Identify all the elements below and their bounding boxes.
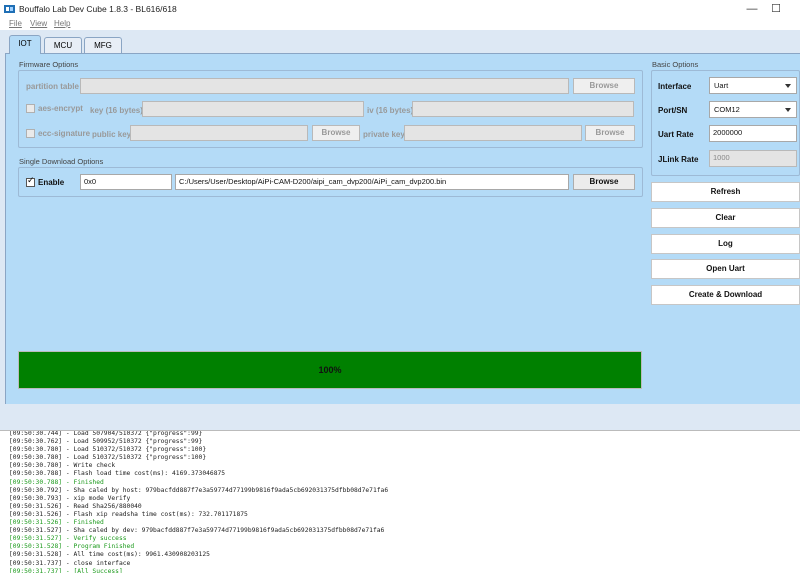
- port-select-value: COM12: [714, 105, 740, 114]
- partition-browse-button[interactable]: Browse: [573, 78, 635, 94]
- chevron-down-icon: [785, 84, 791, 88]
- port-select[interactable]: COM12: [709, 101, 797, 118]
- ecc-signature-label: ecc-signature: [38, 129, 91, 138]
- uart-rate-input[interactable]: 2000000: [709, 125, 797, 142]
- private-key-browse-button[interactable]: Browse: [585, 125, 635, 141]
- port-label: Port/SN: [658, 106, 688, 115]
- interface-select[interactable]: Uart: [709, 77, 797, 94]
- log-line: [09:50:30.793] - xip mode Verify: [9, 494, 131, 502]
- basic-options-title: Basic Options: [652, 60, 699, 69]
- menu-bar: File View Help: [0, 18, 800, 30]
- partition-table-input[interactable]: [80, 78, 569, 94]
- window-title: Bouffalo Lab Dev Cube 1.8.3 - BL616/618: [19, 4, 177, 14]
- menu-file[interactable]: File: [9, 19, 22, 28]
- refresh-button[interactable]: Refresh: [651, 182, 800, 202]
- clear-button[interactable]: Clear: [651, 208, 800, 228]
- uart-rate-label: Uart Rate: [658, 130, 694, 139]
- aes-encrypt-label: aes-encrypt: [38, 104, 83, 113]
- address-input[interactable]: 0x0: [80, 174, 172, 190]
- menu-help[interactable]: Help: [54, 19, 70, 28]
- log-line: [09:50:30.780] - Load 510372/510372 {"pr…: [9, 454, 207, 462]
- open-uart-button[interactable]: Open Uart: [651, 259, 800, 279]
- log-line: [09:50:31.527] - Verify success: [9, 535, 127, 543]
- tab-mcu[interactable]: MCU: [44, 37, 82, 54]
- iv-input[interactable]: [412, 101, 634, 117]
- aes-encrypt-checkbox[interactable]: [26, 104, 35, 113]
- partition-table-label: partition table: [26, 82, 79, 91]
- log-line: [09:50:30.780] - Write check: [9, 462, 116, 470]
- ecc-signature-checkbox[interactable]: [26, 129, 35, 138]
- log-line: [09:50:31.528] - All time cost(ms): 9961…: [9, 551, 210, 559]
- public-key-label: public key: [92, 130, 132, 139]
- log-line: [09:50:31.526] - Flash xip readsha time …: [9, 510, 248, 518]
- jlink-rate-input[interactable]: 1000: [709, 150, 797, 167]
- tab-mfg[interactable]: MFG: [84, 37, 122, 54]
- firmware-options-title: Firmware Options: [19, 60, 79, 69]
- create-download-button[interactable]: Create & Download: [651, 285, 800, 305]
- image-browse-button[interactable]: Browse: [573, 174, 635, 190]
- iv-label: iv (16 bytes): [367, 106, 414, 115]
- progress-label: 100%: [318, 365, 342, 375]
- menu-view[interactable]: View: [30, 19, 47, 28]
- log-line: [09:50:30.744] - Load 507904/510372 {"pr…: [9, 430, 203, 437]
- app-logo-icon: [4, 5, 15, 13]
- log-line: [09:50:31.526] - Finished: [9, 519, 104, 527]
- interface-label: Interface: [658, 82, 692, 91]
- title-bar: Bouffalo Lab Dev Cube 1.8.3 - BL616/618 …: [0, 0, 800, 18]
- log-line: [09:50:30.792] - Sha caled by host: 979b…: [9, 486, 389, 494]
- log-line: [09:50:31.737] - [All Success]: [9, 567, 123, 573]
- log-line: [09:50:30.780] - Load 510372/510372 {"pr…: [9, 446, 207, 454]
- maximize-button[interactable]: ☐: [767, 2, 785, 16]
- log-line: [09:50:30.762] - Load 509952/510372 {"pr…: [9, 438, 203, 446]
- log-lines: [09:50:30.744] - Load 507904/510372 {"pr…: [9, 430, 389, 573]
- interface-select-value: Uart: [714, 81, 729, 90]
- chevron-down-icon: [785, 108, 791, 112]
- key-label: key (16 bytes): [90, 106, 143, 115]
- enable-checkbox[interactable]: [26, 176, 35, 187]
- single-download-title: Single Download Options: [19, 157, 104, 166]
- tab-iot[interactable]: IOT: [9, 35, 41, 54]
- minimize-button[interactable]: —: [743, 2, 761, 16]
- progress-bar: 100%: [18, 351, 642, 389]
- private-key-input[interactable]: [404, 125, 582, 141]
- log-line: [09:50:30.788] - Flash load time cost(ms…: [9, 470, 226, 478]
- enable-label: Enable: [38, 178, 65, 187]
- log-line: [09:50:31.737] - close interface: [9, 559, 131, 567]
- jlink-rate-label: JLink Rate: [658, 155, 699, 164]
- public-key-browse-button[interactable]: Browse: [312, 125, 360, 141]
- log-line: [09:50:31.527] - Sha caled by dev: 979ba…: [9, 527, 385, 535]
- log-output[interactable]: [09:50:30.744] - Load 507904/510372 {"pr…: [0, 430, 800, 573]
- image-path-input[interactable]: C:/Users/User/Desktop/AiPi-CAM-D200/aipi…: [175, 174, 569, 190]
- log-line: [09:50:31.528] - Program Finished: [9, 543, 135, 551]
- panel-divider[interactable]: [0, 404, 800, 430]
- key-input[interactable]: [142, 101, 364, 117]
- log-line: [09:50:31.526] - Read Sha256/880040: [9, 502, 142, 510]
- public-key-input[interactable]: [130, 125, 308, 141]
- log-button[interactable]: Log: [651, 234, 800, 254]
- private-key-label: private key: [363, 130, 405, 139]
- log-line: [09:50:30.788] - Finished: [9, 478, 104, 486]
